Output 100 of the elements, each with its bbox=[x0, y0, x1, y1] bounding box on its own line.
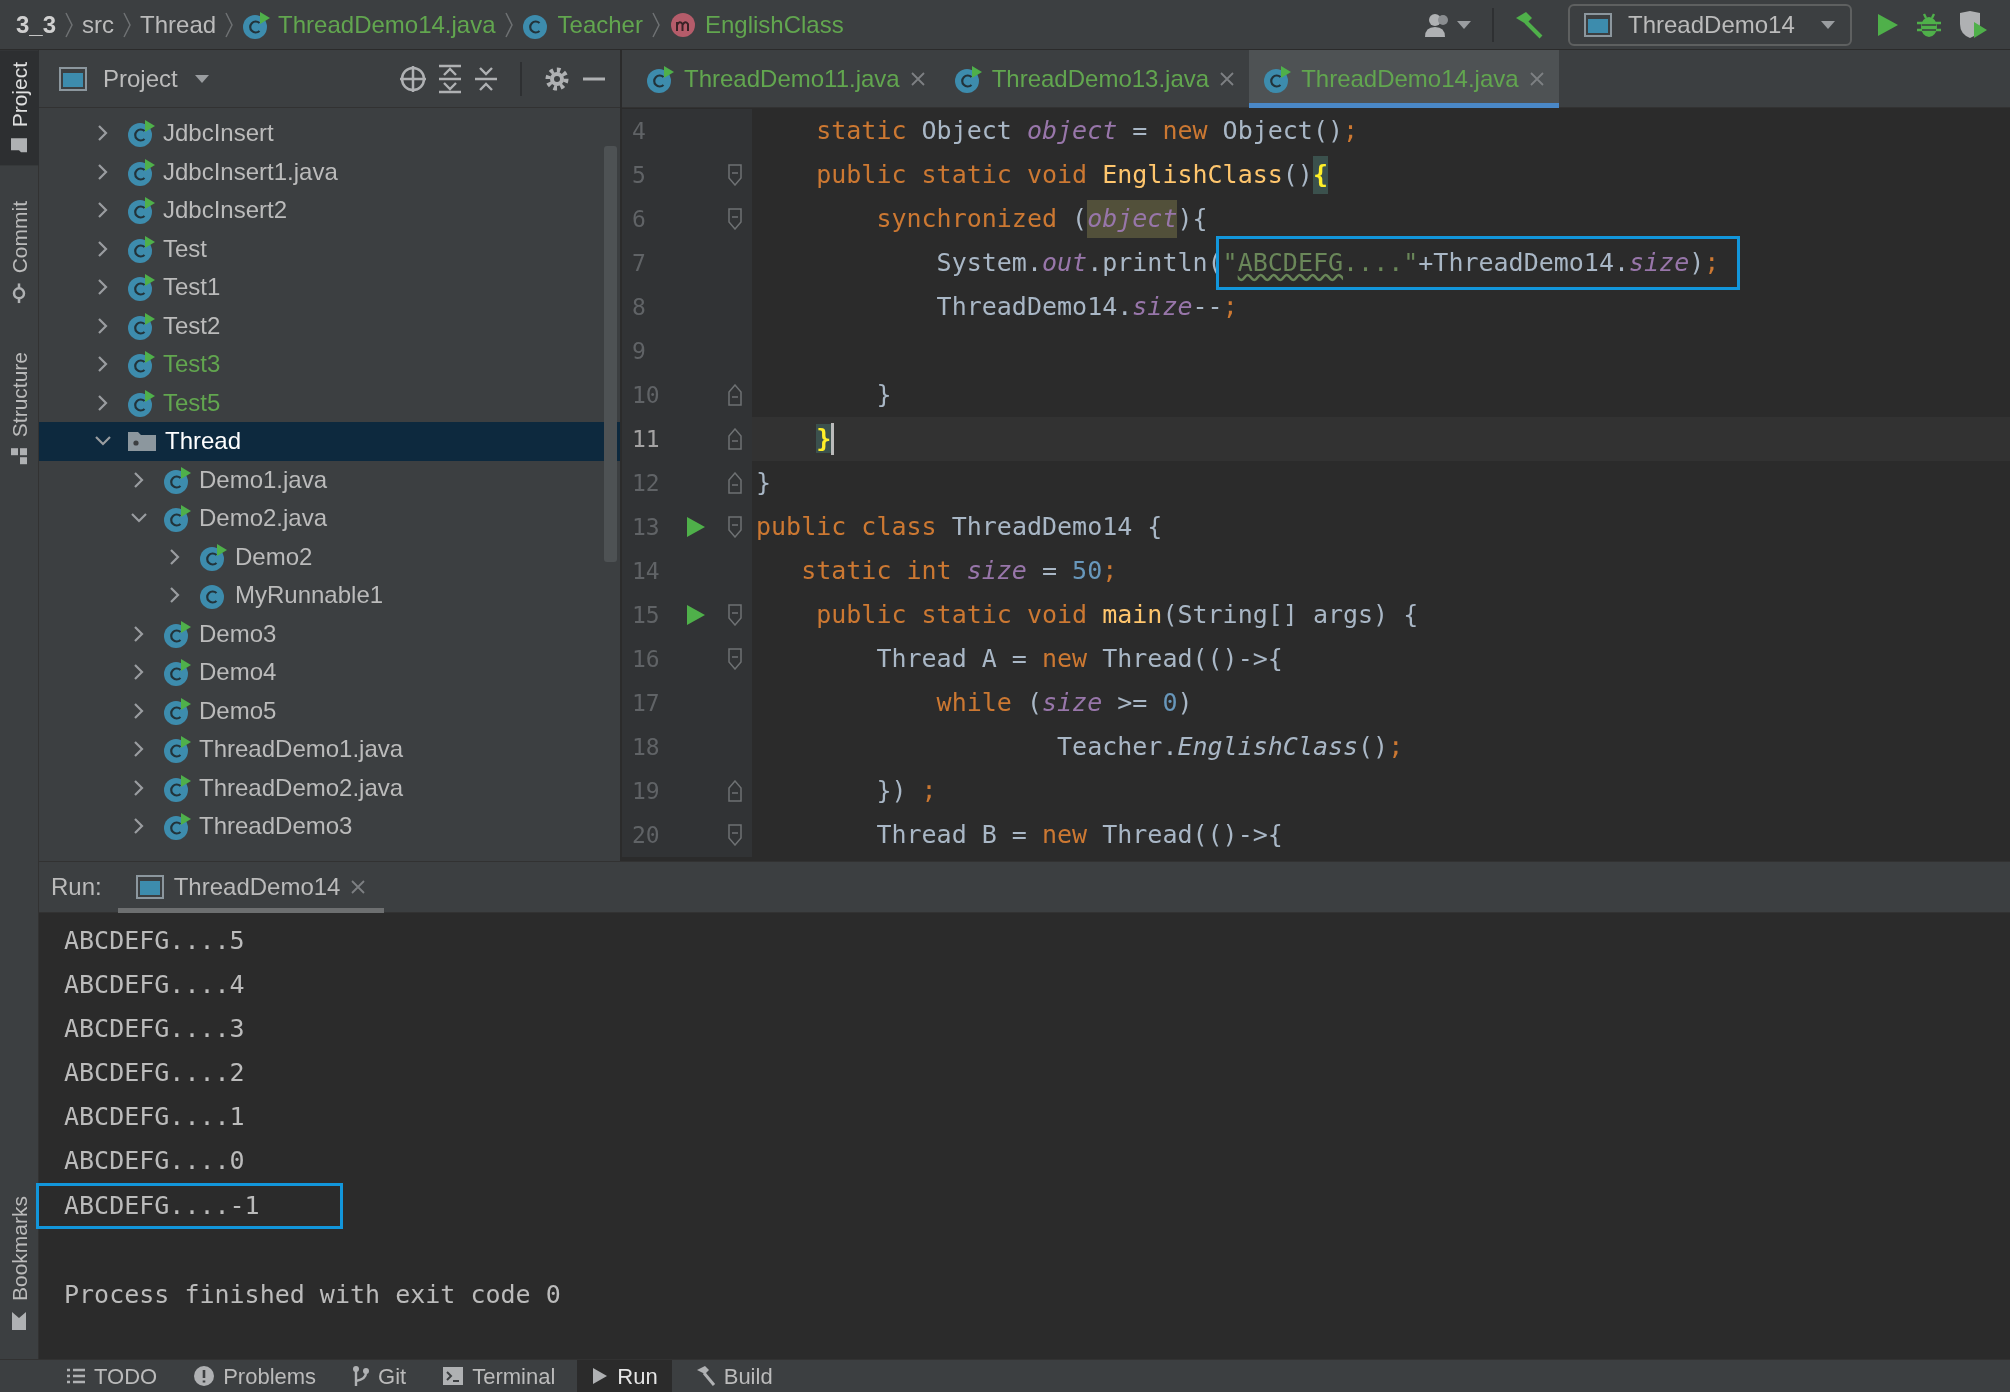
tree-row[interactable]: Demo1.java bbox=[39, 460, 620, 499]
editor-tab[interactable]: ThreadDemo13.java bbox=[939, 50, 1250, 108]
fold-icon[interactable] bbox=[727, 604, 743, 626]
fold-icon[interactable] bbox=[727, 208, 743, 230]
side-tab[interactable]: Structure bbox=[0, 339, 39, 477]
tool-window-tab[interactable]: Problems bbox=[179, 1359, 331, 1392]
chevron-down-icon[interactable] bbox=[94, 435, 112, 448]
close-icon[interactable] bbox=[909, 71, 926, 87]
breadcrumb-link[interactable]: 3_3 bbox=[16, 6, 57, 43]
locate-icon[interactable] bbox=[398, 63, 428, 94]
fold-icon[interactable] bbox=[727, 648, 743, 670]
fold-icon[interactable] bbox=[727, 384, 743, 406]
tree-label: ThreadDemo1.java bbox=[199, 734, 404, 765]
chevron-right-icon[interactable] bbox=[169, 547, 181, 566]
chevron-right-icon[interactable] bbox=[97, 355, 109, 374]
chevron-right-icon[interactable] bbox=[133, 624, 145, 643]
breadcrumb-link[interactable]: EnglishClass bbox=[704, 6, 844, 43]
side-tab[interactable]: Project bbox=[0, 50, 39, 166]
fold-icon[interactable] bbox=[727, 780, 743, 802]
fold-icon[interactable] bbox=[727, 472, 743, 494]
caret-icon bbox=[1456, 19, 1472, 30]
breadcrumb-link[interactable]: Teacher bbox=[557, 6, 643, 43]
tool-window-tab[interactable]: Build bbox=[679, 1359, 787, 1392]
tree-row[interactable]: Thread bbox=[39, 422, 620, 461]
fold-icon[interactable] bbox=[727, 164, 743, 186]
side-tab[interactable]: Commit bbox=[0, 189, 39, 316]
caret-icon bbox=[1820, 19, 1836, 30]
tree-row[interactable]: Demo4 bbox=[39, 653, 620, 692]
method-icon bbox=[668, 10, 697, 39]
chevron-right-icon[interactable] bbox=[97, 239, 109, 258]
exclamation-icon bbox=[193, 1365, 216, 1387]
separator-icon bbox=[650, 11, 661, 38]
tree-label: JdbcInsert bbox=[163, 118, 274, 149]
fold-icon[interactable] bbox=[727, 428, 743, 450]
code-line: static int size = 50; bbox=[800, 555, 1118, 588]
expand-all-icon[interactable] bbox=[436, 63, 464, 94]
tree-row[interactable]: JdbcInsert bbox=[39, 114, 620, 153]
tree-label: Demo4 bbox=[199, 657, 277, 688]
breadcrumb-link[interactable]: Thread bbox=[140, 6, 217, 43]
tree-row[interactable]: ThreadDemo2.java bbox=[39, 768, 620, 807]
tree-row[interactable]: Test5 bbox=[39, 383, 620, 422]
run-icon[interactable] bbox=[685, 515, 707, 539]
chevron-right-icon[interactable] bbox=[97, 201, 109, 220]
text-cursor bbox=[831, 423, 835, 455]
tree-row[interactable]: Demo2 bbox=[39, 537, 620, 576]
chevron-right-icon[interactable] bbox=[97, 278, 109, 297]
tree-label: Test bbox=[163, 233, 207, 264]
tool-window-tab[interactable]: Git bbox=[338, 1359, 421, 1392]
chevron-right-icon[interactable] bbox=[97, 393, 109, 412]
fold-icon[interactable] bbox=[727, 516, 743, 538]
tool-window-tab[interactable]: Run bbox=[577, 1359, 672, 1392]
close-icon[interactable] bbox=[1219, 71, 1236, 87]
tree-row[interactable]: Test3 bbox=[39, 345, 620, 384]
tool-window-tab[interactable]: Terminal bbox=[428, 1359, 570, 1392]
run-icon[interactable] bbox=[685, 603, 707, 627]
chevron-right-icon[interactable] bbox=[133, 470, 145, 489]
scrollbar-thumb[interactable] bbox=[604, 146, 617, 562]
tree-row[interactable]: Demo2.java bbox=[39, 499, 620, 538]
close-icon[interactable] bbox=[350, 878, 367, 895]
side-tab[interactable]: Bookmarks bbox=[0, 1183, 39, 1343]
tree-row[interactable]: ThreadDemo3 bbox=[39, 807, 620, 846]
chevron-right-icon[interactable] bbox=[133, 817, 145, 836]
tree-label: MyRunnable1 bbox=[235, 580, 384, 611]
chevron-right-icon[interactable] bbox=[133, 778, 145, 797]
code-line: public static void main(String[] args) { bbox=[815, 599, 1419, 632]
view-dropdown[interactable]: Project bbox=[59, 60, 210, 97]
tree-label: Demo1.java bbox=[199, 464, 328, 495]
editor-tab[interactable]: ThreadDemo11.java bbox=[632, 50, 940, 108]
chevron-right-icon[interactable] bbox=[97, 316, 109, 335]
separator-icon bbox=[122, 11, 133, 38]
tree-label: Test5 bbox=[163, 387, 221, 418]
chevron-right-icon[interactable] bbox=[169, 586, 181, 605]
chevron-down-icon[interactable] bbox=[130, 512, 148, 525]
chevron-right-icon[interactable] bbox=[133, 740, 145, 759]
run-configuration-dropdown[interactable]: ThreadDemo14 bbox=[1568, 3, 1852, 46]
chevron-right-icon[interactable] bbox=[133, 663, 145, 682]
console-tab[interactable]: ThreadDemo14 bbox=[117, 861, 385, 913]
chevron-right-icon[interactable] bbox=[97, 124, 109, 143]
tree-row[interactable]: Test bbox=[39, 229, 620, 268]
tree-row[interactable]: Demo3 bbox=[39, 614, 620, 653]
chevron-right-icon[interactable] bbox=[133, 701, 145, 720]
tree-row[interactable]: MyRunnable1 bbox=[39, 576, 620, 615]
tree-row[interactable]: Test1 bbox=[39, 268, 620, 307]
code-line: public class ThreadDemo14 { bbox=[755, 511, 1163, 544]
tree-label: ThreadDemo3 bbox=[199, 811, 353, 842]
fold-icon[interactable] bbox=[727, 824, 743, 846]
tool-window-tab[interactable]: TODO bbox=[52, 1359, 172, 1392]
console-line: ABCDEFG....1 bbox=[64, 1101, 245, 1133]
tree-row[interactable]: JdbcInsert1.java bbox=[39, 152, 620, 191]
tree-row[interactable]: Test2 bbox=[39, 306, 620, 345]
tree-row[interactable]: JdbcInsert2 bbox=[39, 191, 620, 230]
branch-icon bbox=[352, 1365, 371, 1387]
bookmark-icon bbox=[10, 1311, 29, 1331]
tree-row[interactable]: ThreadDemo1.java bbox=[39, 730, 620, 769]
breadcrumb-link[interactable]: ThreadDemo14.java bbox=[278, 6, 496, 43]
breadcrumb-link[interactable]: src bbox=[82, 6, 115, 43]
code-line: ThreadDemo14.size--; bbox=[935, 291, 1238, 324]
chevron-right-icon[interactable] bbox=[97, 162, 109, 181]
tree-row[interactable]: Demo5 bbox=[39, 691, 620, 730]
console-line: ABCDEFG....3 bbox=[64, 1013, 245, 1045]
